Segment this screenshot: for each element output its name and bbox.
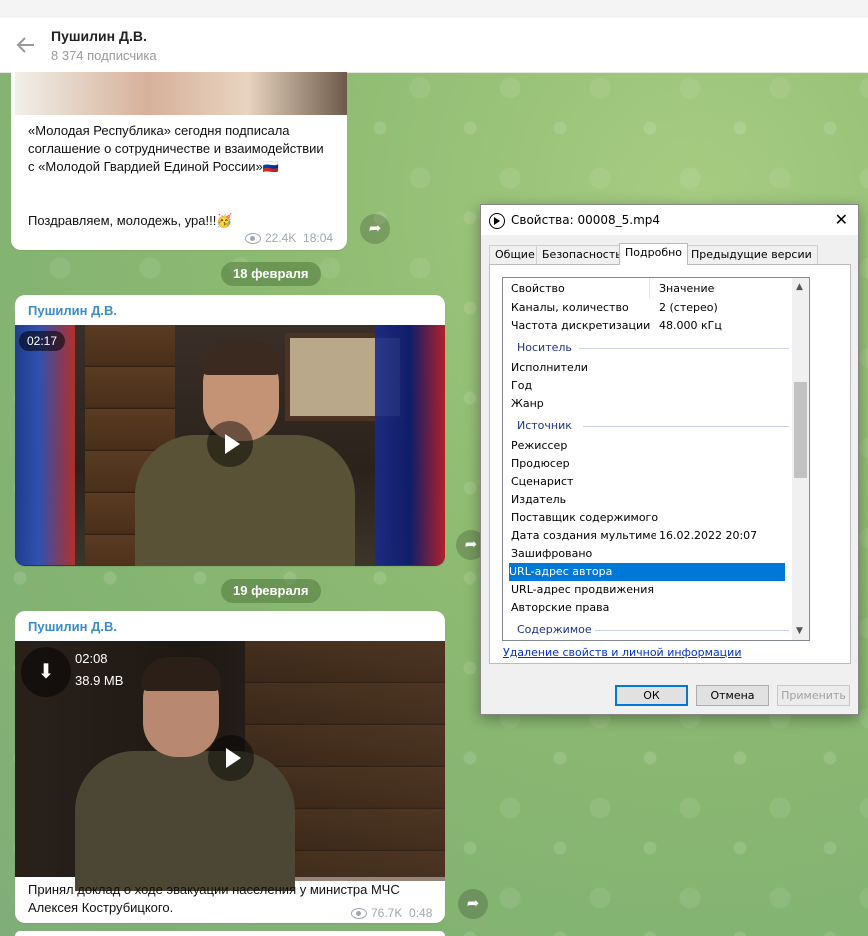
scroll-down-icon[interactable]: ▼ [796,626,803,636]
share-button[interactable]: ➦ [458,889,488,919]
views-icon [351,908,367,920]
channel-header: Пушилин Д.В. 8 374 подписчика [0,18,868,73]
media-file-icon [489,213,505,229]
column-header-property[interactable]: Свойство [511,280,656,298]
views-count: 22.4K [265,231,297,245]
message-bubble[interactable]: Пушилин Д.В. 02:17 [15,295,445,566]
date-separator: 18 февраля [221,262,321,286]
video-thumbnail[interactable]: 02:17 [15,325,445,566]
message-text-2: Поздравляем, молодежь, ура!!!🥳 [28,213,233,228]
tab-general[interactable]: Общие [489,245,541,264]
back-arrow-icon[interactable] [14,33,38,57]
scroll-up-icon[interactable]: ▲ [796,282,803,292]
next-message-edge [15,931,445,936]
group-header-content: Содержимое [517,623,592,636]
video-duration: 02:17 [19,331,66,351]
details-panel: Свойство Значение Каналы, количество 2 (… [489,264,851,664]
column-header-value[interactable]: Значение [659,280,714,298]
download-button[interactable]: ⬇ [21,647,71,697]
message-text: «Молодая Республика» сегодня подписала с… [28,123,324,174]
views-count: 76.7K [371,906,403,920]
properties-dialog: Свойства: 00008_5.mp4 ✕ Общие Безопаснос… [480,204,859,715]
video-thumbnail[interactable]: ⬇ 02:08 38.9 MB [15,641,445,891]
close-icon[interactable]: ✕ [835,210,848,229]
vertical-scrollbar[interactable]: ▲ ▼ [792,278,809,640]
video-duration: 02:08 [75,651,108,666]
date-separator: 19 февраля [221,579,321,603]
flag-russia [15,325,75,565]
sender-name[interactable]: Пушилин Д.В. [15,295,445,324]
speaker [75,657,295,891]
channel-title[interactable]: Пушилин Д.В. [51,28,147,44]
property-row-selected[interactable]: URL-адрес автора [509,563,785,581]
message-meta: 76.7K 0:48 [351,906,432,920]
play-button[interactable] [207,421,253,467]
message-meta: 22.4K 18:04 [245,231,333,245]
property-list[interactable]: Свойство Значение Каналы, количество 2 (… [502,277,810,641]
message-time: 18:04 [303,231,334,245]
flag-dnr [375,325,445,565]
dialog-titlebar[interactable]: Свойства: 00008_5.mp4 ✕ [481,205,858,235]
scroll-thumb[interactable] [794,382,807,478]
group-header-media: Носитель [517,341,572,354]
tab-details[interactable]: Подробно [619,243,689,265]
dialog-title: Свойства: 00008_5.mp4 [511,213,661,227]
ok-button[interactable]: ОК [615,685,688,706]
cancel-button[interactable]: Отмена [696,685,769,706]
video-size: 38.9 MB [75,673,124,688]
message-time: 0:48 [409,906,433,920]
sender-name[interactable]: Пушилин Д.В. [15,611,445,640]
play-button[interactable] [208,735,254,781]
subscriber-count: 8 374 подписчика [51,48,157,63]
message-bubble[interactable]: Пушилин Д.В. ⬇ 02:08 38.9 MB Принял докл… [15,611,445,923]
group-header-source: Источник [517,419,572,432]
message-image[interactable] [15,72,347,115]
message-bubble[interactable]: «Молодая Республика» сегодня подписала с… [11,72,347,250]
views-icon [245,233,261,245]
apply-button[interactable]: Применить [777,685,850,706]
tab-security[interactable]: Безопасность [536,245,628,264]
tab-previous-versions[interactable]: Предыдущие версии [685,245,818,264]
share-button[interactable]: ➦ [360,214,390,244]
remove-properties-link[interactable]: Удаление свойств и личной информации [503,646,741,659]
